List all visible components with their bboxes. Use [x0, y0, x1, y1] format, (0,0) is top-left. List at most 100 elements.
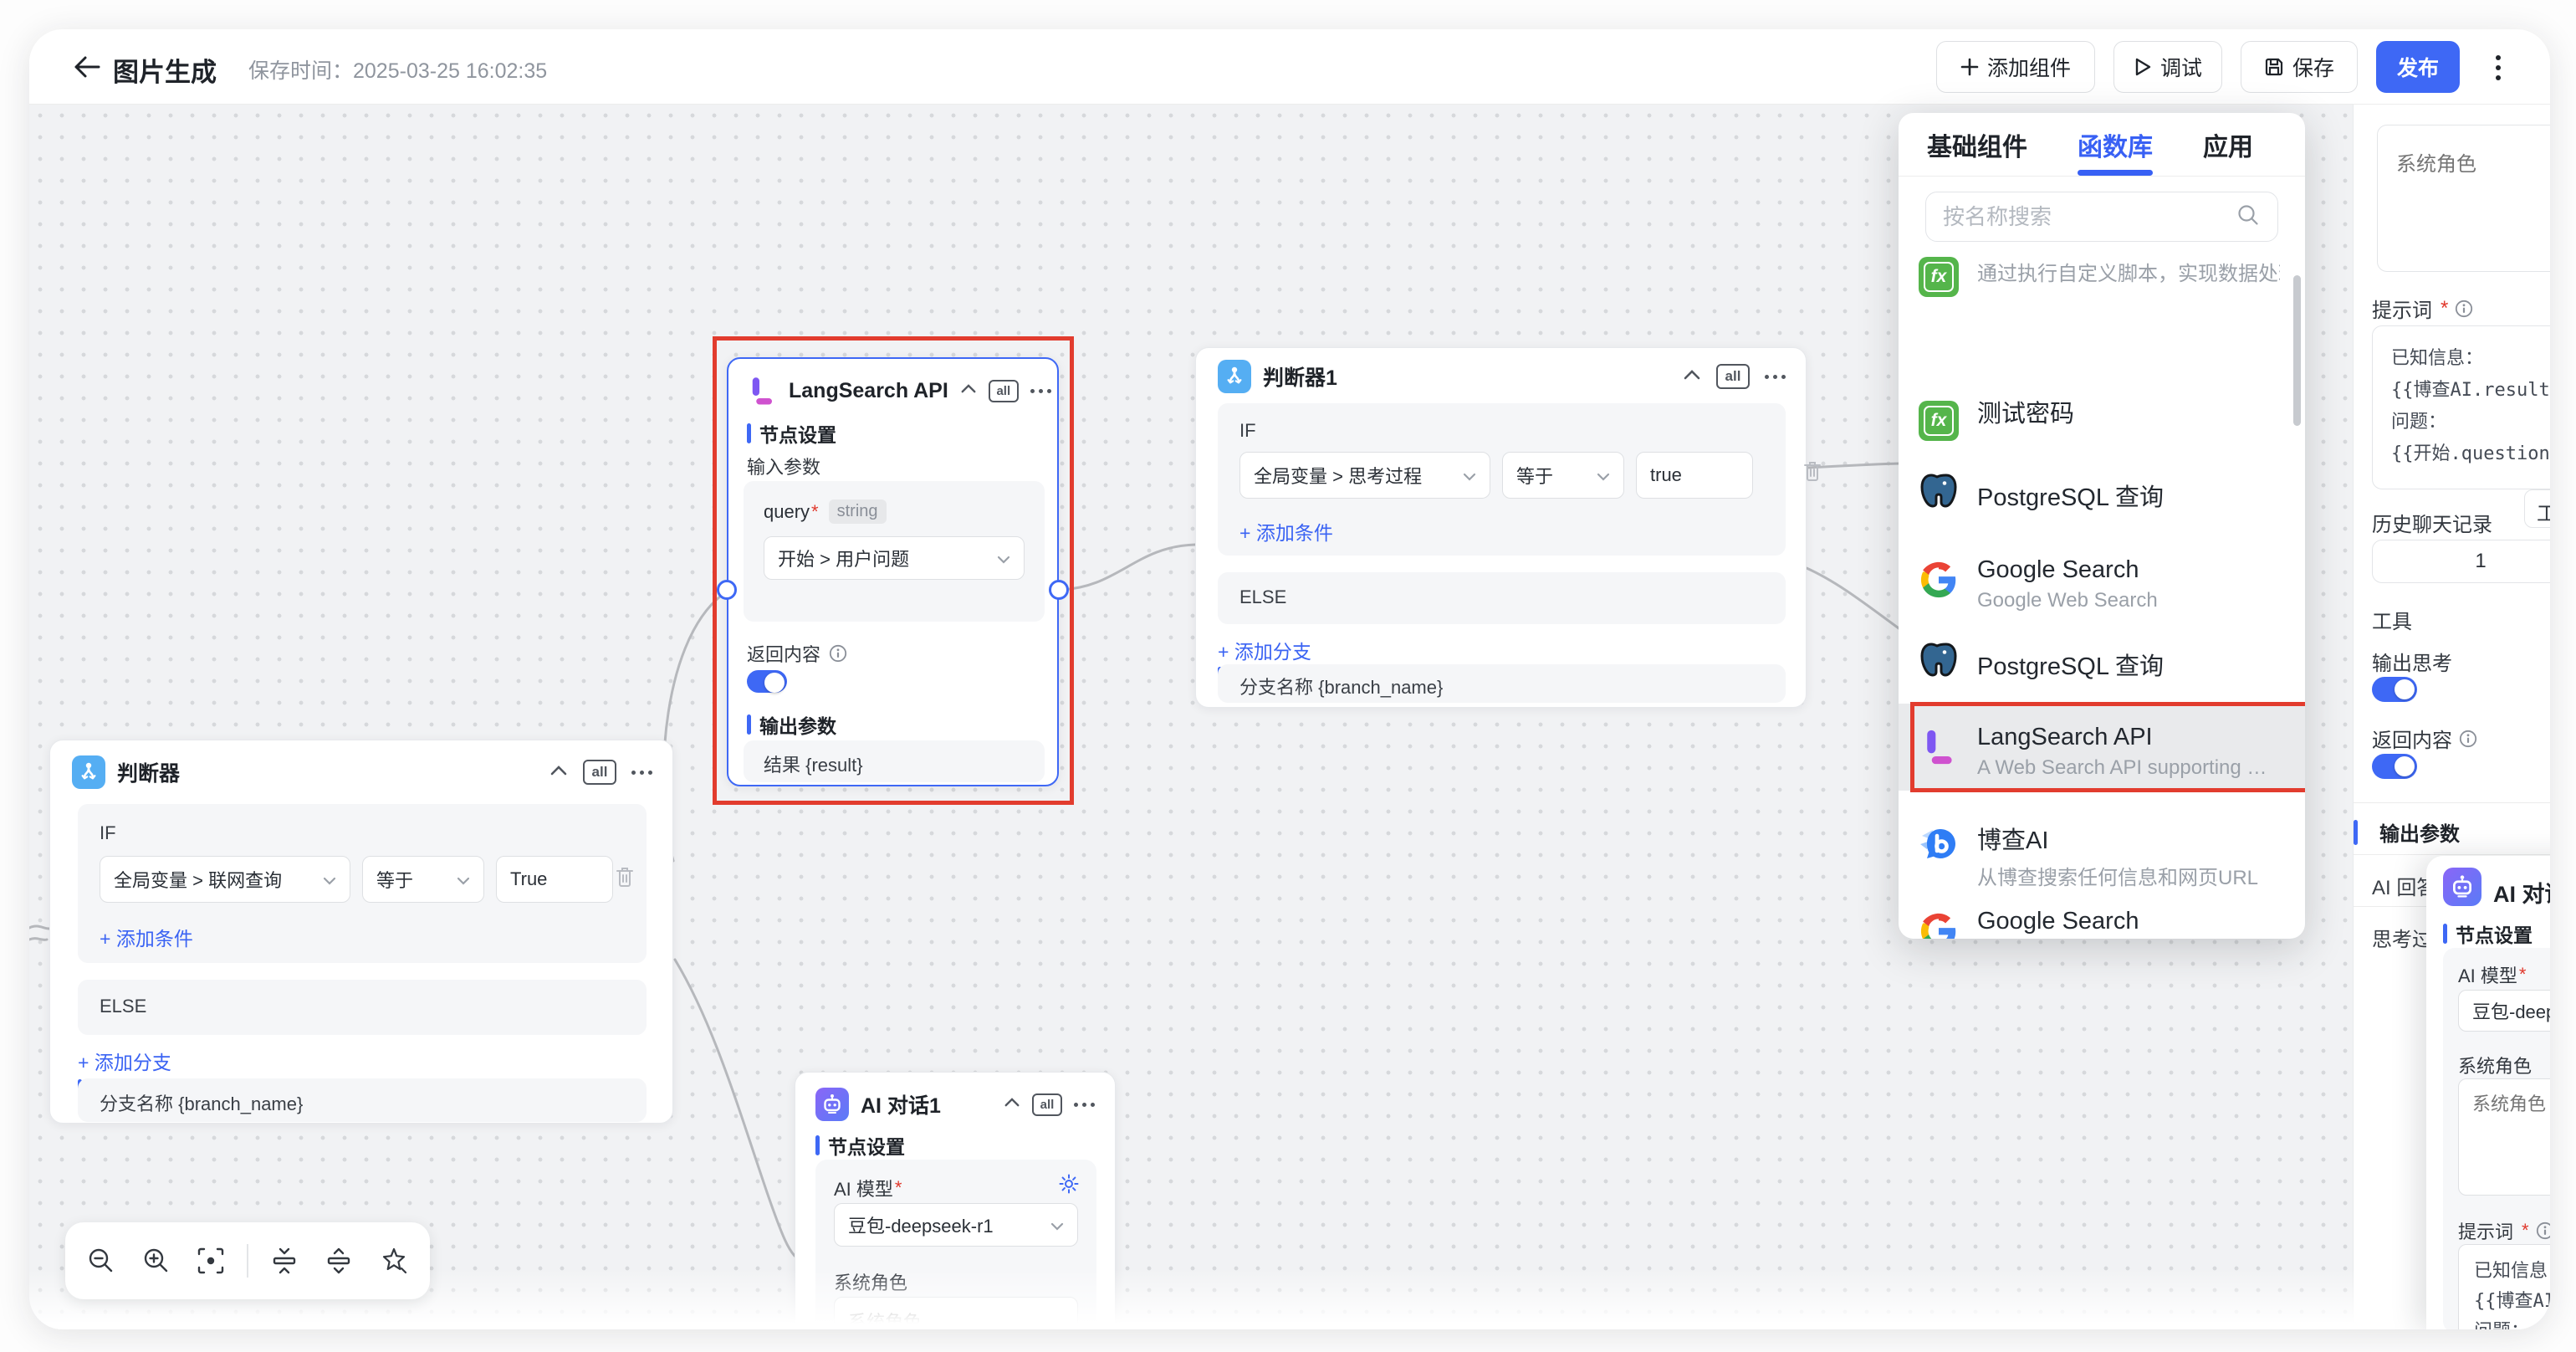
if-branch-block: IF 全局变量 > 思考过程 等于 true + 添加条件 [1218, 403, 1786, 556]
node-judge[interactable]: 判断器 all IF 全局变量 > 联网查询 等于 True [49, 740, 673, 1124]
zoom-out-icon[interactable] [83, 1242, 120, 1279]
list-item-test-password[interactable]: fx 测试密码 [1899, 374, 2305, 441]
list-item-bocha-ai[interactable]: 博查AI 从博查搜索任何信息和网页URL [1899, 804, 2305, 884]
node-judge-header[interactable]: 判断器 all [72, 754, 652, 791]
list-item-google-search-1[interactable]: Google Search Google Web Search [1899, 540, 2305, 620]
condition-value-input[interactable]: True [496, 856, 613, 903]
ai-model-select[interactable]: 豆包-deepseek-r1 [2458, 990, 2550, 1032]
library-search-box[interactable] [1925, 192, 2278, 242]
zoom-in-icon[interactable] [138, 1242, 175, 1279]
query-value-select[interactable]: 开始 > 用户问题 [764, 536, 1025, 580]
history-count-input[interactable] [2372, 540, 2550, 583]
condition-variable-select[interactable]: 全局变量 > 联网查询 [100, 856, 350, 903]
langsearch-output-port[interactable] [1049, 580, 1069, 600]
more-menu-icon[interactable] [1765, 375, 1786, 379]
node-judge1[interactable]: 判断器1 all IF 全局变量 > 思考过程 等于 true [1195, 347, 1807, 708]
expand-vertical-icon[interactable] [320, 1242, 357, 1279]
debug-button[interactable]: 调试 [2113, 41, 2222, 93]
operator-select[interactable]: 等于 [1502, 452, 1624, 499]
add-condition-link[interactable]: + 添加条件 [1239, 517, 1333, 545]
return-content-toggle[interactable] [2372, 754, 2417, 779]
prompt-box[interactable]: 已知信息： {{博查AI.result}} 问题： {{开始.question}… [2458, 1244, 2550, 1329]
run-all-icon[interactable]: all [1032, 1093, 1062, 1116]
if-label: IF [1239, 420, 1256, 442]
save-button[interactable]: 保存 [2241, 41, 2358, 93]
scrollbar-thumb[interactable] [2293, 275, 2301, 426]
condition-value-input[interactable]: true [1636, 452, 1753, 499]
ai-model-value: 豆包-deepseek-r1 [848, 1211, 994, 1238]
edge-judge1-out-else [1807, 568, 1901, 630]
required-mark: * [2522, 1220, 2529, 1242]
list-item-postgresql-2[interactable]: PostgreSQL 查询 [1899, 627, 2305, 694]
system-role-textarea[interactable] [834, 1297, 1078, 1329]
list-item-google-search-2[interactable]: Google Search Google Web Search [1899, 891, 2305, 939]
library-list: fx 通过执行自定义脚本，实现数据处理 fx 测试密码 PostgreSQL 查… [1899, 248, 2305, 939]
condition-variable-select[interactable]: 全局变量 > 思考过程 [1239, 452, 1490, 499]
ai-model-card: AI 模型* 豆包-deepseek-r1 系统角色 [815, 1160, 1096, 1329]
fx-icon: fx [1919, 401, 1959, 441]
langsearch-input-port[interactable] [717, 580, 737, 600]
output-params-heading: 输出参数 [747, 710, 836, 739]
add-branch-link[interactable]: + 添加分支 [78, 1047, 171, 1075]
required-mark: * [811, 501, 819, 523]
node-judge1-header[interactable]: 判断器1 all [1218, 358, 1786, 395]
collapse-chevron-icon[interactable] [960, 383, 977, 398]
add-component-button[interactable]: 添加组件 [1936, 41, 2095, 93]
prompt-box[interactable]: 已知信息： {{博查AI.result}} 问题： {{开始.question}… [2372, 325, 2550, 489]
operator-select[interactable]: 等于 [362, 856, 484, 903]
ai-model-select[interactable]: 豆包-deepseek-r1 [834, 1203, 1078, 1247]
more-menu-icon[interactable] [1074, 1103, 1095, 1107]
delete-condition-icon[interactable] [1802, 460, 1822, 486]
add-branch-link[interactable]: + 添加分支 [1218, 636, 1311, 664]
more-menu-icon[interactable] [1030, 389, 1051, 393]
search-input[interactable] [1943, 204, 2236, 230]
collapse-vertical-icon[interactable] [266, 1242, 303, 1279]
fit-view-icon[interactable] [192, 1242, 229, 1279]
tab-applications[interactable]: 应用 [2203, 113, 2253, 176]
delete-condition-icon[interactable] [615, 866, 635, 892]
save-time-text: 保存时间：2025-03-25 16:02:35 [248, 54, 547, 84]
node-settings-heading: 节点设置 [747, 419, 836, 448]
node-langsearch[interactable]: LangSearch API all 节点设置 输入参数 query* stri… [727, 357, 1059, 786]
back-button[interactable] [68, 48, 106, 86]
output-params-heading: 输出参数 [2354, 817, 2460, 847]
collapse-chevron-icon[interactable] [549, 765, 568, 781]
node-ai-chat1[interactable]: AI 对话1 all 节点设置 AI 模型* 豆包-deepseek-r1 [795, 1072, 1116, 1329]
if-branch-block: IF 全局变量 > 联网查询 等于 True + 添加条件 [78, 804, 647, 963]
more-options-icon[interactable] [2481, 49, 2515, 86]
postgresql-icon [1919, 640, 1959, 680]
ai-model-value: 豆包-deepseek-r1 [2472, 997, 2550, 1024]
system-role-textarea[interactable] [2377, 125, 2550, 272]
list-item-description: 通过执行自定义脚本，实现数据处理 [1977, 257, 2280, 286]
node-ai-chat1-header[interactable]: AI 对话1 all [815, 1086, 1095, 1123]
add-condition-link[interactable]: + 添加条件 [100, 923, 193, 951]
run-all-icon[interactable]: all [583, 760, 616, 785]
run-all-icon[interactable]: all [1716, 364, 1750, 389]
output-thinking-toggle[interactable] [2372, 677, 2417, 702]
else-label: ELSE [1239, 586, 1286, 608]
magic-star-icon[interactable] [376, 1242, 412, 1279]
collapse-chevron-icon[interactable] [1004, 1097, 1020, 1112]
ai-chat2-panel[interactable]: AI 对话2 节点设置 AI 模型* 豆包-deepseek-r1 系统角色 提… [2426, 856, 2550, 1329]
chevron-down-icon [1463, 464, 1476, 486]
tab-basic-components[interactable]: 基础组件 [1927, 113, 2027, 176]
publish-button[interactable]: 发布 [2376, 41, 2460, 93]
list-item-postgresql[interactable]: PostgreSQL 查询 [1899, 458, 2305, 525]
run-all-icon[interactable]: all [989, 380, 1019, 402]
ai-model-card: AI 模型* 豆包-deepseek-r1 系统角色 提示词* 已知信息： {{… [2443, 948, 2550, 1329]
tab-function-library[interactable]: 函数库 [2078, 113, 2153, 176]
list-item-clipped[interactable]: fx 通过执行自定义脚本，实现数据处理 [1899, 248, 2305, 297]
node-langsearch-header[interactable]: LangSearch API all [747, 372, 1037, 409]
condition-value: true [1650, 464, 1682, 486]
return-content-label: 返回内容 [747, 640, 820, 667]
collapse-chevron-icon[interactable] [1683, 369, 1701, 385]
history-side-button[interactable]: 工 [2524, 489, 2550, 528]
condition-value: True [510, 868, 547, 890]
node-judge1-title: 判断器1 [1263, 361, 1337, 392]
result-output-box: 结果 {result} [744, 740, 1045, 782]
list-item-langsearch-selected[interactable]: LangSearch API A Web Search API supporti… [1899, 707, 2305, 787]
system-role-textarea[interactable] [2458, 1078, 2550, 1196]
model-settings-gear-icon[interactable] [1058, 1173, 1080, 1199]
more-menu-icon[interactable] [631, 771, 652, 775]
return-content-toggle[interactable] [747, 670, 787, 693]
